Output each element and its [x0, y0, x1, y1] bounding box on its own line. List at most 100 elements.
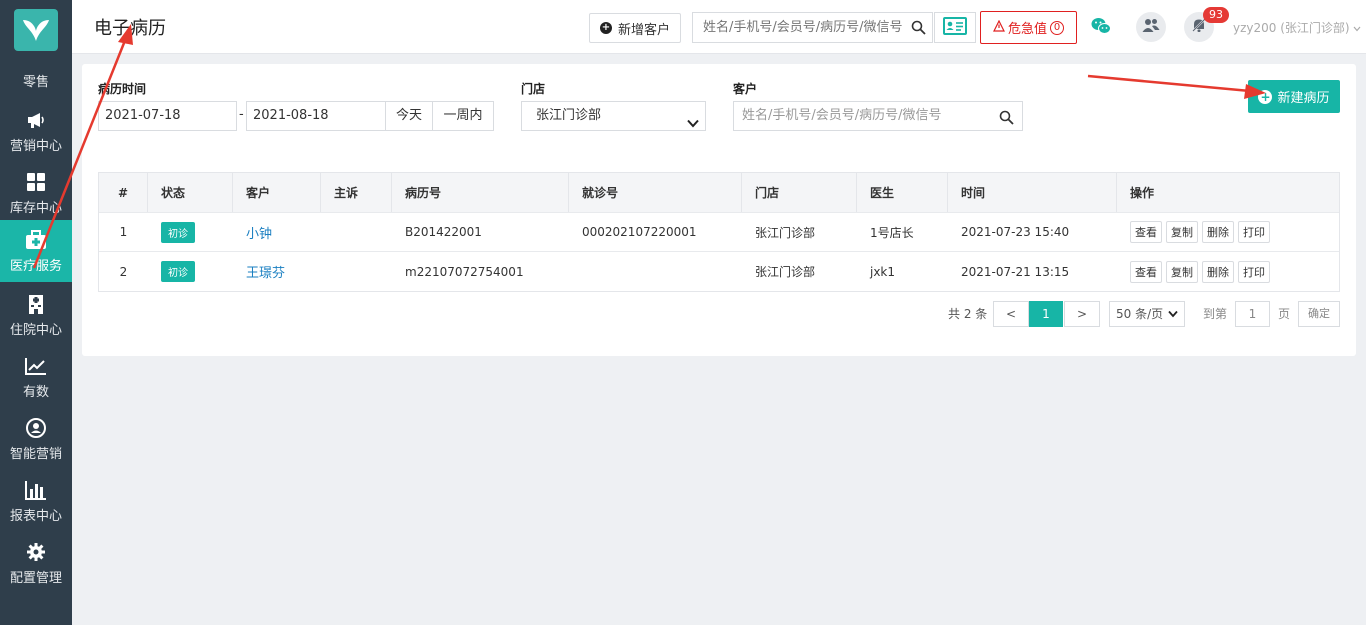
- sidebar-item-label: 零售: [22, 74, 49, 90]
- chief-complaint: [321, 213, 392, 251]
- table-row[interactable]: 2 初诊 王璟芬 m22107072754001 张江门诊部 jxk1 2021…: [99, 252, 1339, 291]
- customer-search-input[interactable]: 姓名/手机号/会员号/病历号/微信号: [733, 101, 1023, 131]
- sidebar-item-config[interactable]: 配置管理: [0, 532, 72, 594]
- sidebar-item-inpatient-center[interactable]: 住院中心: [0, 284, 72, 346]
- column-header: 就诊号: [569, 173, 742, 212]
- wechat-icon[interactable]: [1090, 16, 1112, 40]
- sidebar-item-label: 住院中心: [9, 322, 62, 338]
- date-from-input[interactable]: 2021-07-18: [98, 101, 237, 131]
- next-page-button[interactable]: >: [1064, 301, 1100, 327]
- sidebar-item-label: 营销中心: [9, 138, 62, 154]
- critical-value-count: 0: [1050, 20, 1064, 35]
- copy-button[interactable]: 复制: [1166, 221, 1198, 243]
- date-to-input[interactable]: 2021-08-18: [246, 101, 386, 131]
- megaphone-icon: [25, 109, 47, 131]
- prev-page-button[interactable]: <: [993, 301, 1029, 327]
- status-badge: 初诊: [161, 221, 195, 243]
- view-button[interactable]: 查看: [1130, 221, 1162, 243]
- total-count: 共 2 条: [948, 307, 988, 321]
- sidebar-item-label: 医疗服务: [9, 258, 62, 274]
- view-button[interactable]: 查看: [1130, 260, 1162, 283]
- grid-icon: [25, 171, 47, 193]
- today-button[interactable]: 今天: [385, 101, 433, 131]
- sidebar-item-retail[interactable]: 零售: [0, 60, 72, 100]
- hospital-icon: [25, 293, 47, 315]
- customer-link[interactable]: 王璟芬: [246, 262, 285, 281]
- sidebar-item-smart-marketing[interactable]: 智能营销: [0, 408, 72, 470]
- column-header: 病历号: [392, 173, 569, 212]
- sidebar: 零售 营销中心 库存中心 医疗服务 住院中心 有数 智能营销 报表中心 配置管理: [0, 0, 72, 625]
- sidebar-item-inventory-center[interactable]: 库存中心: [0, 162, 72, 224]
- search-icon[interactable]: [999, 108, 1014, 136]
- new-customer-button[interactable]: + 新增客户: [589, 13, 681, 43]
- global-search-input[interactable]: [693, 13, 903, 42]
- delete-button[interactable]: 删除: [1202, 221, 1234, 243]
- column-header: 操作: [1130, 186, 1155, 200]
- row-index: 2: [119, 264, 128, 279]
- page-size-value: 50 条/页: [1116, 307, 1164, 321]
- within-week-button[interactable]: 一周内: [432, 101, 494, 131]
- page-title: 电子病历: [94, 18, 166, 39]
- store-label: 门店: [521, 82, 546, 96]
- new-customer-label: 新增客户: [617, 22, 670, 38]
- copy-button[interactable]: 复制: [1166, 260, 1198, 283]
- print-button[interactable]: 打印: [1238, 221, 1270, 243]
- current-page[interactable]: 1: [1029, 301, 1063, 327]
- search-icon[interactable]: [911, 20, 926, 39]
- sidebar-item-label: 库存中心: [9, 200, 62, 216]
- plus-circle-icon: +: [1258, 89, 1273, 104]
- table-header-row: # 状态 客户 主诉 病历号 就诊号 门店 医生 时间 操作: [99, 173, 1339, 213]
- status-badge: 初诊: [161, 261, 195, 282]
- sidebar-item-report-center[interactable]: 报表中心: [0, 470, 72, 532]
- trend-chart-icon: [25, 355, 47, 377]
- records-table: # 状态 客户 主诉 病历号 就诊号 门店 医生 时间 操作 1 初诊 小钟 B…: [98, 172, 1340, 292]
- sidebar-item-marketing-center[interactable]: 营销中心: [0, 100, 72, 162]
- page-size-select[interactable]: 50 条/页: [1109, 301, 1185, 327]
- butterfly-logo-icon: [23, 20, 49, 41]
- chief-complaint: [321, 252, 392, 291]
- record-number: m22107072754001: [405, 264, 524, 279]
- customer-label: 客户: [733, 82, 758, 96]
- column-header: #: [99, 173, 148, 212]
- new-record-label: 新建病历: [1277, 91, 1330, 106]
- records-panel: 病历时间 2021-07-18 - 2021-08-18 今天 一周内 门店 张…: [82, 64, 1356, 356]
- sidebar-item-youshu[interactable]: 有数: [0, 346, 72, 408]
- gear-icon: [25, 541, 47, 563]
- record-time: 2021-07-23 15:40: [961, 225, 1070, 239]
- store-name: 张江门诊部: [755, 225, 816, 240]
- id-card-icon: [943, 16, 967, 39]
- user-menu[interactable]: yzy200 (张江门诊部): [1233, 19, 1361, 36]
- plus-circle-icon: +: [599, 22, 612, 34]
- customer-group-button[interactable]: [1136, 12, 1166, 42]
- sidebar-item-medical-service[interactable]: 医疗服务: [0, 220, 72, 282]
- store-select[interactable]: 张江门诊部: [521, 101, 706, 131]
- customer-link[interactable]: 小钟: [246, 223, 272, 242]
- global-search: [692, 12, 933, 43]
- app-logo[interactable]: [14, 9, 58, 51]
- id-card-button[interactable]: [934, 12, 976, 43]
- medical-kit-icon: [25, 229, 47, 251]
- column-header: 时间: [948, 173, 1117, 212]
- chevron-down-icon: [687, 111, 699, 139]
- goto-confirm-button[interactable]: 确定: [1298, 301, 1340, 327]
- critical-value-label: 危急值: [1007, 22, 1047, 37]
- warning-flag-icon: [993, 19, 1005, 36]
- doctor-name: jxk1: [870, 264, 896, 279]
- goto-page-input[interactable]: 1: [1235, 301, 1270, 327]
- record-time-label: 病历时间: [98, 82, 147, 96]
- column-header: 状态: [148, 173, 233, 212]
- delete-button[interactable]: 删除: [1202, 260, 1234, 283]
- top-header: 电子病历 + 新增客户 危急值 0 93 yzy200 (张: [72, 0, 1366, 54]
- user-group-icon: [1142, 17, 1160, 37]
- sidebar-item-label: 智能营销: [9, 446, 62, 462]
- table-row[interactable]: 1 初诊 小钟 B201422001 000202107220001 张江门诊部…: [99, 213, 1339, 252]
- store-select-value: 张江门诊部: [536, 108, 602, 123]
- column-header: 医生: [857, 173, 948, 212]
- critical-value-button[interactable]: 危急值 0: [980, 11, 1077, 44]
- doctor-name: 1号店长: [870, 225, 914, 240]
- column-header: 主诉: [321, 173, 392, 212]
- column-header: 门店: [742, 173, 857, 212]
- chevron-down-icon: [1168, 302, 1178, 326]
- print-button[interactable]: 打印: [1238, 260, 1270, 283]
- new-record-button[interactable]: + 新建病历: [1248, 80, 1340, 113]
